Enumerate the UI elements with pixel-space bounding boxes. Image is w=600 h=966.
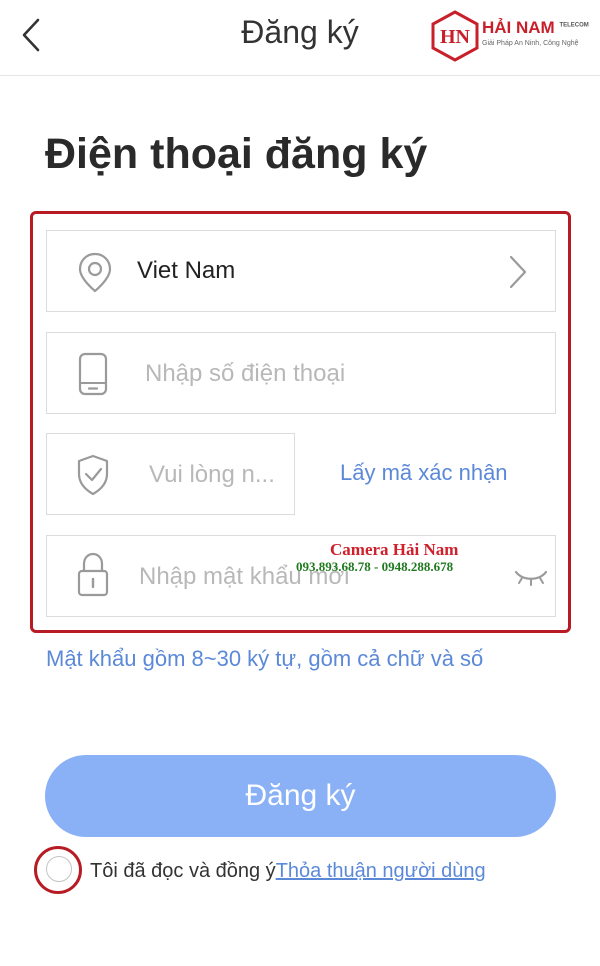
phone-placeholder: Nhập số điện thoại [145,360,346,387]
page-title: Điện thoại đăng ký [45,130,428,178]
brand-logo: HN HẢI NAM TELECOM Giải Pháp An Ninh, Cô… [430,10,595,62]
agreement-label: Tôi đã đọc và đồng ý [90,860,276,882]
shield-check-icon [77,454,109,496]
watermark-phone: 093.893.68.78 - 0948.288.678 [296,559,454,574]
watermark-title: Camera Hải Nam [330,540,459,559]
header-bar: Đăng ký HN HẢI NAM TELECOM Giải Pháp An … [0,0,600,76]
logo-text: HẢI NAM TELECOM [482,18,589,38]
phone-icon [78,352,108,396]
country-value: Viet Nam [137,257,236,284]
password-hint: Mật khẩu gồm 8~30 ký tự, gồm cả chữ và s… [46,646,484,671]
lock-icon [77,552,109,597]
logo-mark-icon: HN [431,10,479,62]
location-pin-icon [78,252,112,293]
logo-mark-text: HN [440,26,471,48]
eye-closed-icon[interactable] [513,566,549,588]
logo-name: HẢI NAM [482,18,555,37]
get-code-button[interactable]: Lấy mã xác nhận [340,460,508,486]
code-placeholder: Vui lòng n... [149,461,275,488]
user-agreement-link[interactable]: Thỏa thuận người dùng [276,860,486,882]
agreement-text: Tôi đã đọc và đồng ýThỏa thuận người dùn… [90,857,530,885]
country-selector[interactable]: Viet Nam [46,230,556,312]
password-field[interactable]: Nhập mật khẩu mới [46,535,556,617]
logo-tagline: Giải Pháp An Ninh, Công Nghệ [482,40,579,47]
logo-suffix: TELECOM [559,22,589,29]
phone-field[interactable]: Nhập số điện thoại [46,332,556,414]
verification-code-field[interactable]: Vui lòng n... [46,433,295,515]
register-button[interactable]: Đăng ký [45,755,556,837]
chevron-right-icon [509,255,527,289]
agree-radio[interactable] [46,856,72,882]
